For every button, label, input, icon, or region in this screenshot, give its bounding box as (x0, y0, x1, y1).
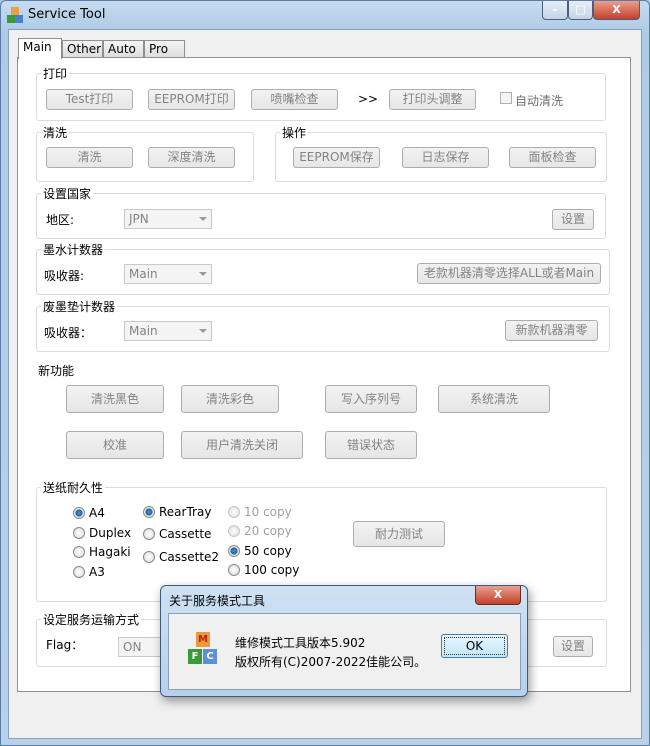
dialog-title: 关于服务模式工具 (169, 594, 266, 608)
radio-icon (73, 507, 85, 519)
chevron-down-icon (199, 329, 207, 333)
radio-icon (143, 506, 155, 518)
tab-main[interactable]: Main (18, 38, 62, 59)
eeprom-save-button[interactable]: EEPROM保存 (293, 147, 380, 168)
system-clean-button[interactable]: 系统清洗 (438, 385, 550, 413)
region-label: 地区: (46, 213, 75, 227)
group-label: 清洗 (41, 124, 70, 141)
eeprom-print-button[interactable]: EEPROM打印 (148, 89, 235, 110)
window-title: Service Tool (28, 7, 106, 22)
radio-cassette[interactable]: Cassette (143, 527, 211, 541)
tab-other[interactable]: Other (62, 40, 103, 58)
new-model-reset-button[interactable]: 新款机器清零 (505, 320, 598, 341)
dialog-body: M F C 维修模式工具版本5.902 版权所有(C)2007-2022佳能公司… (168, 613, 521, 690)
close-button[interactable]: X (593, 1, 640, 20)
radio-icon (73, 546, 85, 558)
group-label: 操作 (280, 124, 309, 141)
chevron-down-icon (199, 272, 207, 276)
clean-button[interactable]: 清洗 (46, 147, 133, 168)
absorber-value: Main (129, 267, 158, 281)
radio-label: A4 (89, 506, 105, 520)
ok-button[interactable]: OK (441, 634, 508, 658)
shipping-set-button[interactable]: 设置 (553, 636, 593, 657)
radio-label: Cassette (159, 527, 212, 541)
radio-20-copy[interactable]: 20 copy (228, 524, 292, 538)
group-label: 墨水计数器 (41, 241, 106, 258)
app-icon (7, 7, 23, 23)
auto-clean-label: 自动清洗 (515, 94, 564, 108)
user-clean-off-button[interactable]: 用户清洗关闭 (181, 431, 303, 459)
copyright-text: 版权所有(C)2007-2022佳能公司。 (235, 655, 427, 669)
radio-hagaki[interactable]: Hagaki (73, 545, 131, 559)
radio-label: 10 copy (244, 505, 292, 519)
region-value: JPN (129, 212, 149, 226)
radio-100-copy[interactable]: 100 copy (228, 563, 299, 577)
error-status-button[interactable]: 错误状态 (325, 431, 417, 459)
absorber-label: 吸收器: (44, 269, 85, 283)
country-set-button[interactable]: 设置 (552, 209, 594, 230)
nozzle-check-button[interactable]: 喷嘴检查 (251, 89, 338, 110)
radio-label: Hagaki (89, 545, 131, 559)
absorber-label: 吸收器： (44, 326, 93, 340)
old-model-reset-button[interactable]: 老款机器清零选择ALL或者Main (417, 263, 601, 284)
about-dialog: 关于服务模式工具 X M F C 维修模式工具版本5.902 版权所有(C)20… (160, 585, 528, 697)
radio-icon (228, 564, 240, 576)
radio-icon (228, 545, 240, 557)
version-text: 维修模式工具版本5.902 (235, 636, 366, 650)
radio-50-copy[interactable]: 50 copy (228, 544, 292, 558)
ink-absorber-select[interactable]: Main (124, 264, 212, 284)
mfc-icon: M F C (188, 632, 218, 666)
panel-check-button[interactable]: 面板检查 (509, 147, 596, 168)
radio-icon (73, 527, 85, 539)
tab-auto[interactable]: Auto (103, 40, 144, 58)
flag-label: Flag： (46, 638, 84, 652)
radio-label: 50 copy (244, 544, 292, 558)
radio-icon (143, 528, 155, 540)
radio-label: 20 copy (244, 524, 292, 538)
head-align-button[interactable]: 打印头调整 (389, 89, 476, 110)
radio-10-copy[interactable]: 10 copy (228, 505, 292, 519)
new-features-label: 新功能 (38, 364, 75, 378)
chevron-down-icon (199, 217, 207, 221)
radio-label: Cassette2 (159, 550, 220, 564)
dialog-close-button[interactable]: X (475, 586, 521, 605)
absorber-value: Main (129, 324, 158, 338)
clean-color-button[interactable]: 清洗彩色 (181, 385, 279, 413)
maximize-button[interactable]: □ (568, 1, 593, 20)
deep-clean-button[interactable]: 深度清洗 (148, 147, 235, 168)
radio-a4[interactable]: A4 (73, 506, 105, 520)
group-label: 设定服务运输方式 (41, 611, 142, 628)
pad-absorber-select[interactable]: Main (124, 321, 212, 341)
radio-label: 100 copy (244, 563, 300, 577)
calibrate-button[interactable]: 校准 (66, 431, 164, 459)
group-label: 设置国家 (41, 185, 94, 202)
radio-icon (143, 551, 155, 563)
radio-a3[interactable]: A3 (73, 565, 105, 579)
radio-label: A3 (89, 565, 105, 579)
radio-label: RearTray (159, 505, 212, 519)
group-label: 打印 (41, 65, 70, 82)
radio-label: Duplex (89, 526, 132, 540)
radio-duplex[interactable]: Duplex (73, 526, 131, 540)
durability-test-button[interactable]: 耐力测试 (353, 521, 445, 547)
region-select[interactable]: JPN (124, 209, 212, 229)
log-save-button[interactable]: 日志保存 (402, 147, 489, 168)
group-label: 废墨垫计数器 (41, 298, 118, 315)
test-print-button[interactable]: Test打印 (46, 89, 133, 110)
clean-black-button[interactable]: 清洗黑色 (66, 385, 164, 413)
group-label: 送纸耐久性 (41, 479, 106, 496)
country-group: 设置国家 (36, 185, 606, 239)
write-serial-button[interactable]: 写入序列号 (325, 385, 417, 413)
radio-cassette2[interactable]: Cassette2 (143, 550, 219, 564)
auto-clean-checkbox[interactable] (500, 92, 512, 104)
tab-pro[interactable]: Pro (144, 40, 185, 58)
minimize-button[interactable]: – (542, 1, 568, 20)
radio-icon (228, 506, 240, 518)
radio-icon (228, 525, 240, 537)
flag-value: ON (123, 640, 142, 654)
radio-icon (73, 566, 85, 578)
arrow-label: >> (358, 92, 379, 106)
radio-reartray[interactable]: RearTray (143, 505, 211, 519)
